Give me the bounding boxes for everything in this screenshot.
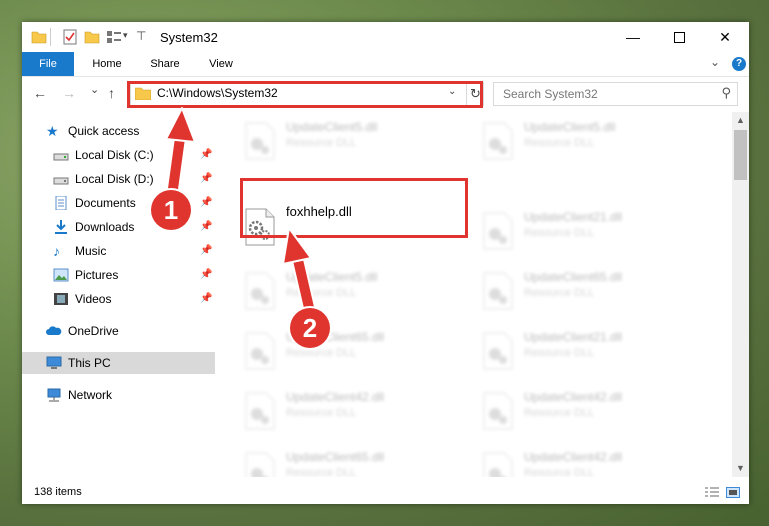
pin-icon[interactable]: 📌 — [200, 192, 212, 214]
tab-view[interactable]: View — [196, 52, 246, 76]
forward-button[interactable]: → — [62, 85, 76, 101]
dll-file-icon — [483, 272, 513, 310]
dll-file-icon — [245, 122, 275, 160]
minimize-button[interactable]: — — [610, 22, 656, 52]
maximize-icon — [673, 31, 685, 43]
dll-file-icon — [483, 332, 513, 370]
sidebar-item-local-disk-c[interactable]: Local Disk (C:) 📌 — [53, 144, 213, 166]
dll-file-icon — [483, 452, 513, 477]
pin-icon[interactable]: 📌 — [200, 168, 212, 190]
dll-file-icon — [483, 392, 513, 430]
scroll-thumb[interactable] — [734, 130, 747, 180]
cloud-icon — [46, 326, 62, 335]
file-item[interactable]: UpdateClient5.dll Resource DLL — [482, 118, 682, 164]
sidebar-item-videos[interactable]: Videos 📌 — [53, 288, 213, 310]
dll-file-icon — [245, 392, 275, 430]
properties-icon[interactable] — [62, 29, 78, 45]
window-title: System32 — [160, 30, 218, 45]
pin-icon[interactable]: 📌 — [200, 144, 212, 166]
maximize-button[interactable] — [656, 22, 702, 52]
sidebar-item-music[interactable]: ♪ Music 📌 — [53, 240, 213, 262]
large-icons-view-icon[interactable] — [726, 487, 740, 498]
ribbon: File Home Share View ⌄ ? — [22, 52, 749, 77]
file-item[interactable]: UpdateClient65.dll Resource DLL — [244, 448, 444, 477]
minimize-icon: — — [626, 29, 640, 45]
sidebar-item-pictures[interactable]: Pictures 📌 — [53, 264, 213, 286]
music-icon: ♪ — [53, 243, 60, 259]
status-bar: 138 items — [22, 479, 749, 504]
file-item[interactable]: UpdateClient42.dll Resource DLL — [482, 388, 682, 434]
dll-file-icon — [245, 332, 275, 370]
sidebar-item-local-disk-d[interactable]: Local Disk (D:) 📌 — [53, 168, 213, 190]
pin-icon[interactable]: 📌 — [200, 264, 212, 286]
tab-share[interactable]: Share — [140, 52, 190, 76]
step-2-badge: 2 — [290, 308, 330, 348]
help-icon[interactable]: ? — [732, 57, 746, 71]
up-button[interactable]: ↑ — [108, 85, 115, 101]
sidebar-item-onedrive[interactable]: OneDrive — [46, 320, 206, 342]
file-item[interactable]: UpdateClient21.dll Resource DLL — [482, 208, 682, 254]
tab-home[interactable]: Home — [82, 52, 132, 76]
address-highlight-box — [127, 81, 483, 108]
file-item[interactable]: UpdateClient5.dll Resource DLL — [244, 118, 444, 164]
file-highlight-box — [240, 178, 468, 238]
back-button[interactable]: ← — [33, 85, 47, 101]
computer-icon — [46, 356, 62, 369]
details-view-icon[interactable] — [705, 487, 719, 498]
pictures-icon — [53, 268, 69, 282]
folder-icon — [31, 31, 47, 44]
dll-file-icon — [245, 272, 275, 310]
chevron-down-icon[interactable]: ▾ — [123, 30, 128, 41]
dll-file-icon — [245, 452, 275, 477]
file-item[interactable]: UpdateClient21.dll Resource DLL — [482, 328, 682, 374]
pin-icon[interactable]: 📌 — [200, 216, 212, 238]
download-icon — [55, 220, 67, 234]
drive-icon — [53, 177, 69, 185]
documents-icon — [55, 196, 67, 210]
tab-file[interactable]: File — [22, 52, 74, 76]
file-item[interactable]: UpdateClient42.dll Resource DLL — [482, 448, 682, 477]
pin-toolbar-icon[interactable]: ⊤ — [136, 29, 146, 43]
expand-ribbon-icon[interactable]: ⌄ — [710, 55, 720, 69]
drive-icon — [53, 153, 69, 161]
sidebar-item-quick-access[interactable]: ★ Quick access — [46, 120, 206, 142]
file-list: UpdateClient5.dll Resource DLL UpdateCli… — [218, 112, 732, 477]
search-icon: ⚲ — [721, 85, 731, 100]
star-icon: ★ — [46, 123, 59, 139]
customize-toolbar-icon[interactable] — [106, 29, 122, 45]
search-placeholder: Search System32 — [503, 87, 598, 101]
sidebar-item-this-pc[interactable]: This PC — [22, 352, 215, 374]
videos-icon — [54, 293, 68, 305]
recent-locations-button[interactable]: ⌄ — [90, 83, 99, 96]
scroll-down-icon[interactable]: ▼ — [732, 460, 749, 477]
dll-file-icon — [483, 122, 513, 160]
vertical-scrollbar[interactable]: ▲ ▼ — [732, 112, 749, 477]
file-item[interactable]: UpdateClient42.dll Resource DLL — [244, 388, 444, 434]
close-icon: ✕ — [719, 28, 731, 45]
sidebar-item-network[interactable]: Network — [46, 384, 206, 406]
navigation-pane: ★ Quick access Local Disk (C:) 📌 Local D… — [22, 112, 215, 477]
file-item[interactable]: UpdateClient65.dll Resource DLL — [244, 328, 444, 374]
item-count: 138 items — [34, 486, 82, 498]
file-item[interactable]: UpdateClient5.dll Resource DLL — [244, 268, 444, 314]
close-button[interactable]: ✕ — [702, 22, 748, 52]
pin-icon[interactable]: 📌 — [200, 240, 212, 262]
pin-icon[interactable]: 📌 — [200, 288, 212, 310]
network-icon — [47, 388, 61, 402]
new-folder-icon[interactable] — [84, 29, 100, 45]
sidebar-item-downloads[interactable]: Downloads 📌 — [53, 216, 213, 238]
title-bar: ▾ ⊤ System32 — ✕ — [22, 22, 749, 52]
scroll-up-icon[interactable]: ▲ — [732, 112, 749, 129]
dll-file-icon — [483, 212, 513, 250]
file-item[interactable]: UpdateClient65.dll Resource DLL — [482, 268, 682, 314]
search-input[interactable]: Search System32 ⚲ — [493, 82, 738, 106]
step-1-badge: 1 — [151, 190, 191, 230]
